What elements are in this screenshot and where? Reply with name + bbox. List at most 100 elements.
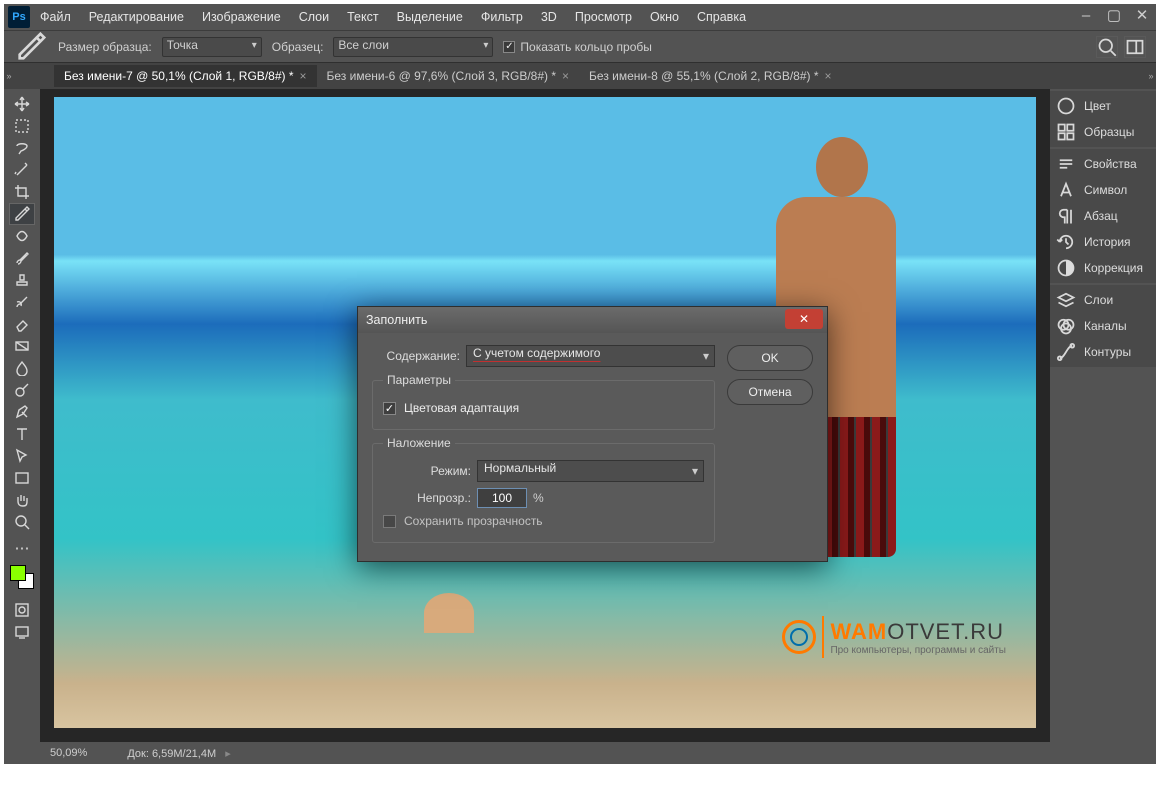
dialog-title: Заполнить [366, 313, 427, 327]
brush-tool-icon[interactable] [9, 247, 35, 269]
swatches-panel-icon [1056, 123, 1076, 141]
status-zoom[interactable]: 50,09% [50, 747, 87, 759]
options-bar: Размер образца: Точка Образец: Все слои … [4, 30, 1156, 63]
options-legend: Параметры [383, 373, 455, 387]
close-icon[interactable]: ✕ [1128, 4, 1156, 26]
mode-select[interactable]: Нормальный [477, 460, 704, 482]
keep-transparency-checkbox[interactable]: Сохранить прозрачность [383, 514, 704, 528]
magic-wand-tool-icon[interactable] [9, 159, 35, 181]
watermark: WAMOTVET.RU Про компьютеры, программы и … [782, 616, 1006, 658]
panel-color[interactable]: Цвет [1050, 93, 1156, 119]
panel-character[interactable]: Символ [1050, 177, 1156, 203]
menu-layers[interactable]: Слои [291, 6, 337, 28]
move-tool-icon[interactable] [9, 93, 35, 115]
sample-size-select[interactable]: Точка [162, 37, 262, 57]
tab-doc-3[interactable]: Без имени-8 @ 55,1% (Слой 2, RGB/8#) * × [579, 65, 842, 87]
window-controls: – ▢ ✕ [1072, 4, 1156, 26]
color-panel-icon [1056, 97, 1076, 115]
workspace-icon[interactable] [1124, 36, 1146, 58]
panel-adjustments[interactable]: Коррекция [1050, 255, 1156, 281]
adjustments-panel-icon [1056, 259, 1076, 277]
quickmask-icon[interactable] [9, 599, 35, 621]
menu-help[interactable]: Справка [689, 6, 754, 28]
menu-view[interactable]: Просмотр [567, 6, 640, 28]
status-bar: 50,09% Док: 6,59M/21,4M ▸ [40, 742, 1050, 764]
dialog-close-button[interactable]: ✕ [785, 309, 823, 329]
dodge-tool-icon[interactable] [9, 379, 35, 401]
panel-history[interactable]: История [1050, 229, 1156, 255]
overlay-fieldset: Наложение Режим: Нормальный Непрозр.: % … [372, 436, 715, 543]
character-panel-icon [1056, 181, 1076, 199]
lasso-tool-icon[interactable] [9, 137, 35, 159]
panel-layers[interactable]: Слои [1050, 287, 1156, 313]
panel-swatches[interactable]: Образцы [1050, 119, 1156, 145]
edit-toolbar-icon[interactable]: ⋯ [9, 537, 35, 559]
crop-tool-icon[interactable] [9, 181, 35, 203]
sample-select[interactable]: Все слои [333, 37, 493, 57]
tab-close-icon[interactable]: × [562, 69, 569, 83]
mode-label: Режим: [383, 464, 471, 478]
tab-label: Без имени-7 @ 50,1% (Слой 1, RGB/8#) * [64, 69, 294, 83]
menu-edit[interactable]: Редактирование [81, 6, 192, 28]
rectangle-tool-icon[interactable] [9, 467, 35, 489]
panel-paths[interactable]: Контуры [1050, 339, 1156, 365]
stamp-tool-icon[interactable] [9, 269, 35, 291]
eraser-tool-icon[interactable] [9, 313, 35, 335]
expand-right-icon[interactable]: » [1146, 63, 1156, 89]
menu-text[interactable]: Текст [339, 6, 386, 28]
panel-properties[interactable]: Свойства [1050, 151, 1156, 177]
document-tabs: » Без имени-7 @ 50,1% (Слой 1, RGB/8#) *… [4, 63, 1156, 89]
dialog-title-bar[interactable]: Заполнить ✕ [358, 307, 827, 333]
maximize-icon[interactable]: ▢ [1100, 4, 1128, 26]
menu-filter[interactable]: Фильтр [473, 6, 531, 28]
menu-bar: Ps Файл Редактирование Изображение Слои … [4, 4, 1156, 30]
paragraph-panel-icon [1056, 207, 1076, 225]
panel-paragraph[interactable]: Абзац [1050, 203, 1156, 229]
healing-tool-icon[interactable] [9, 225, 35, 247]
tool-column: ⋯ [4, 89, 40, 764]
pen-tool-icon[interactable] [9, 401, 35, 423]
tab-close-icon[interactable]: × [825, 69, 832, 83]
chevron-right-icon[interactable]: ▸ [222, 748, 231, 760]
sample-size-label: Размер образца: [58, 40, 152, 54]
blur-tool-icon[interactable] [9, 357, 35, 379]
content-select[interactable]: С учетом содержимого [466, 345, 715, 367]
opacity-input[interactable] [477, 488, 527, 508]
menu-image[interactable]: Изображение [194, 6, 289, 28]
ok-button[interactable]: OK [727, 345, 813, 371]
history-brush-tool-icon[interactable] [9, 291, 35, 313]
properties-panel-icon [1056, 155, 1076, 173]
menu-3d[interactable]: 3D [533, 6, 565, 28]
type-tool-icon[interactable] [9, 423, 35, 445]
gradient-tool-icon[interactable] [9, 335, 35, 357]
color-adapt-checkbox[interactable]: ✓ Цветовая адаптация [383, 401, 704, 415]
status-doc-label: Док: [127, 748, 149, 760]
hand-tool-icon[interactable] [9, 489, 35, 511]
show-ring-checkbox[interactable]: ✓ Показать кольцо пробы [503, 40, 651, 54]
search-icon[interactable] [1096, 36, 1118, 58]
tab-close-icon[interactable]: × [300, 69, 307, 83]
opacity-label: Непрозр.: [383, 491, 471, 505]
tab-doc-1[interactable]: Без имени-7 @ 50,1% (Слой 1, RGB/8#) * × [54, 65, 317, 87]
zoom-tool-icon[interactable] [9, 511, 35, 533]
expand-left-icon[interactable]: » [4, 63, 14, 89]
menu-window[interactable]: Окно [642, 6, 687, 28]
path-select-tool-icon[interactable] [9, 445, 35, 467]
color-adapt-label: Цветовая адаптация [404, 401, 519, 415]
opacity-unit: % [533, 491, 544, 505]
photoshop-icon: Ps [8, 6, 30, 28]
cancel-button[interactable]: Отмена [727, 379, 813, 405]
screenmode-icon[interactable] [9, 621, 35, 643]
watermark-text1: WAM [830, 619, 887, 644]
minimize-icon[interactable]: – [1072, 4, 1100, 26]
fill-dialog: Заполнить ✕ Содержание: С учетом содержи… [357, 306, 828, 562]
menu-file[interactable]: Файл [32, 6, 79, 28]
color-swatch[interactable] [10, 565, 34, 589]
tab-doc-2[interactable]: Без имени-6 @ 97,6% (Слой 3, RGB/8#) *× [317, 65, 580, 87]
menu-select[interactable]: Выделение [389, 6, 471, 28]
tab-label: Без имени-8 @ 55,1% (Слой 2, RGB/8#) * [589, 69, 819, 83]
right-panels: Цвет Образцы Свойства Символ Абзац Истор… [1050, 89, 1156, 764]
panel-channels[interactable]: Каналы [1050, 313, 1156, 339]
marquee-tool-icon[interactable] [9, 115, 35, 137]
eyedropper-tool-icon[interactable] [9, 203, 35, 225]
